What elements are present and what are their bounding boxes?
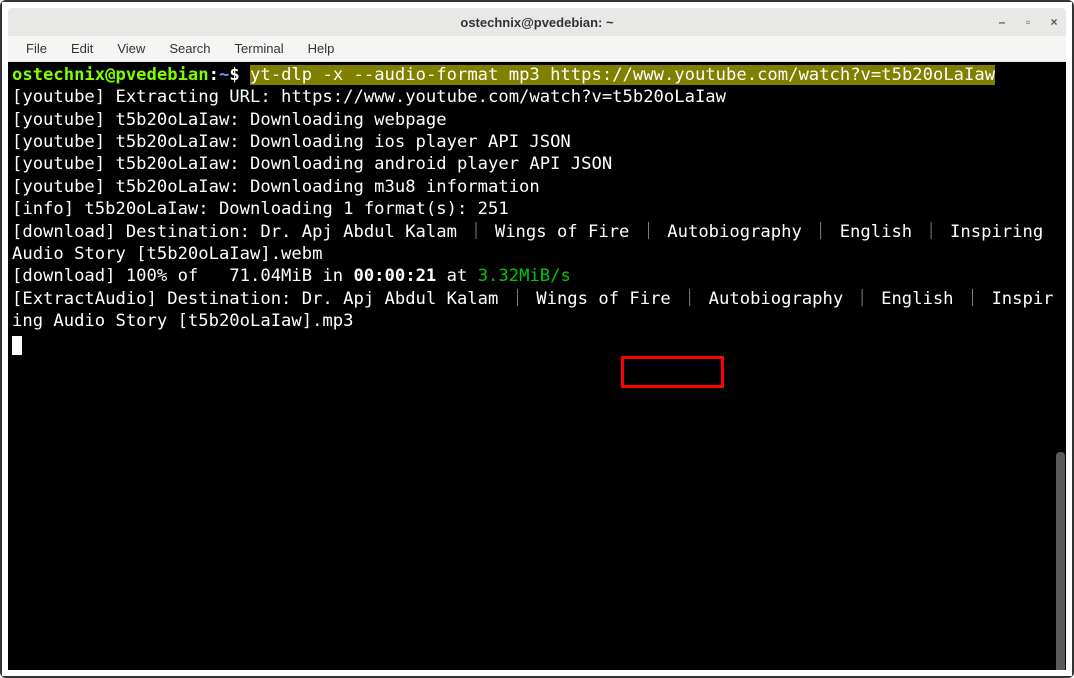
menu-edit[interactable]: Edit — [61, 39, 103, 58]
minimize-button[interactable]: – — [996, 15, 1008, 29]
out-line: Autobiography — [698, 289, 853, 309]
pipe-icon: ｜ — [923, 222, 940, 242]
out-line: Autobiography — [657, 222, 812, 242]
out-line: [download] 100% of 71.04MiB in — [12, 266, 353, 286]
prompt-sep1: : — [209, 65, 219, 85]
close-button[interactable]: × — [1048, 15, 1060, 29]
out-line: English — [871, 289, 964, 309]
out-line: [info] t5b20oLaIaw: Downloading 1 format… — [12, 199, 509, 219]
out-line: [youtube] t5b20oLaIaw: Downloading ios p… — [12, 132, 571, 152]
titlebar: ostechnix@pvedebian: ~ – ▫ × — [8, 8, 1066, 36]
cursor-icon — [12, 336, 22, 355]
pipe-icon: ｜ — [854, 289, 871, 309]
scrollbar[interactable] — [1056, 452, 1065, 670]
pipe-icon: ｜ — [467, 222, 484, 242]
menu-search[interactable]: Search — [159, 39, 220, 58]
pipe-icon: ｜ — [681, 289, 698, 309]
out-line: 00:00:21 — [353, 266, 436, 286]
out-line: [youtube] t5b20oLaIaw: Downloading andro… — [12, 154, 612, 174]
pipe-icon: ｜ — [509, 289, 526, 309]
maximize-button[interactable]: ▫ — [1022, 15, 1034, 29]
pipe-icon: ｜ — [812, 222, 829, 242]
out-line: [ExtractAudio] Destination: Dr. Apj Abdu… — [12, 289, 509, 309]
prompt-path: ~ — [219, 65, 229, 85]
out-line: at — [436, 266, 477, 286]
window-title: ostechnix@pvedebian: ~ — [460, 15, 613, 30]
menu-view[interactable]: View — [107, 39, 155, 58]
out-line: [youtube] t5b20oLaIaw: Downloading webpa… — [12, 110, 447, 130]
window-controls: – ▫ × — [996, 8, 1060, 36]
prompt-userhost: ostechnix@pvedebian — [12, 65, 209, 85]
command-text: yt-dlp -x --audio-format mp3 https://www… — [250, 65, 995, 85]
out-line: English — [829, 222, 922, 242]
highlight-box — [621, 356, 724, 388]
prompt-sep2: $ — [229, 65, 250, 85]
pipe-icon: ｜ — [964, 289, 981, 309]
menu-help[interactable]: Help — [298, 39, 345, 58]
menubar: File Edit View Search Terminal Help — [8, 36, 1066, 62]
menu-file[interactable]: File — [16, 39, 57, 58]
out-line: Wings of Fire — [526, 289, 681, 309]
out-line: 3.32MiB/s — [478, 266, 571, 286]
out-line: [download] Destination: Dr. Apj Abdul Ka… — [12, 222, 467, 242]
pipe-icon: ｜ — [640, 222, 657, 242]
menu-terminal[interactable]: Terminal — [225, 39, 294, 58]
terminal-area[interactable]: ostechnix@pvedebian:~$ yt-dlp -x --audio… — [8, 62, 1066, 670]
out-line: [youtube] Extracting URL: https://www.yo… — [12, 87, 726, 107]
out-line: Wings of Fire — [485, 222, 640, 242]
out-line: [youtube] t5b20oLaIaw: Downloading m3u8 … — [12, 177, 540, 197]
